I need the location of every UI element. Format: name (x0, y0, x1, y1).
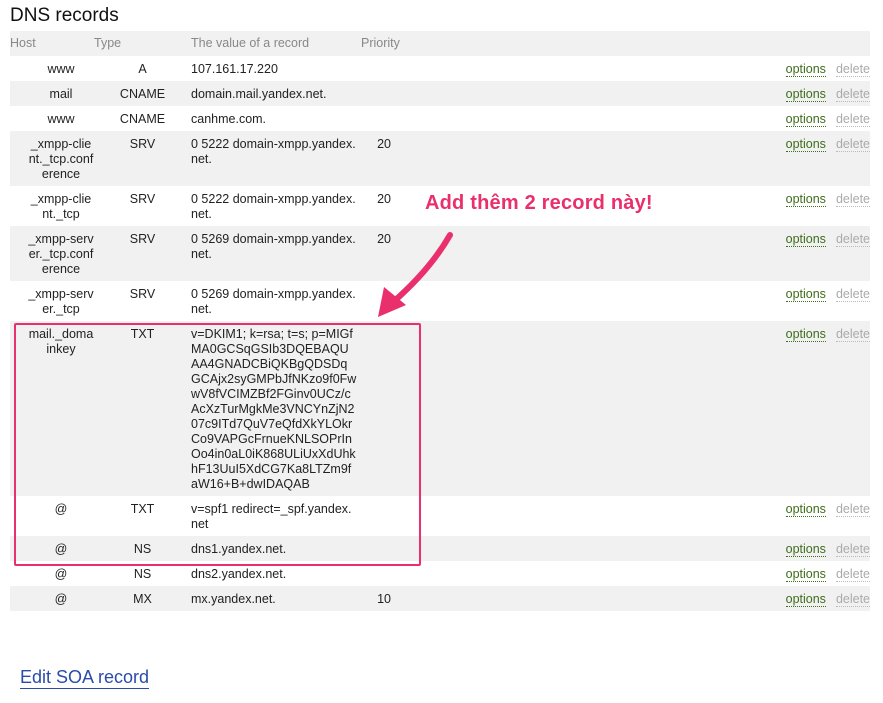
record-value: 0 5222 domain-xmpp.yandex.net. (191, 192, 356, 221)
table-row: @ MX mx.yandex.net. 10 options delete (10, 586, 870, 611)
table-header-row: Host Type The value of a record Priority (10, 31, 870, 56)
options-link[interactable]: options (785, 137, 826, 152)
record-priority: 20 (377, 192, 391, 206)
record-host: @ (54, 567, 68, 581)
record-value: dns2.yandex.net. (191, 567, 287, 581)
column-priority: Priority (361, 36, 400, 50)
record-value: domain.mail.yandex.net. (191, 87, 327, 101)
options-link[interactable]: options (785, 327, 826, 342)
delete-link[interactable]: delete (835, 137, 870, 152)
highlight-box (14, 323, 421, 566)
options-link[interactable]: options (785, 542, 826, 557)
annotation-arrow-icon (378, 232, 453, 317)
record-type: MX (133, 592, 152, 606)
annotation-text: Add thêm 2 record này! (425, 192, 653, 214)
delete-link[interactable]: delete (835, 192, 870, 207)
options-link[interactable]: options (785, 592, 826, 607)
delete-link[interactable]: delete (835, 567, 870, 582)
record-host: @ (54, 592, 68, 606)
delete-link[interactable]: delete (835, 502, 870, 517)
delete-link[interactable]: delete (835, 232, 870, 247)
column-host: Host (10, 36, 36, 50)
record-host: _xmpp-server._tcp (28, 287, 94, 316)
record-host: mail (49, 87, 73, 101)
edit-soa-link[interactable]: Edit SOA record (20, 666, 150, 689)
record-type: SRV (129, 287, 156, 301)
record-type: SRV (129, 192, 156, 206)
table-row: mail CNAME domain.mail.yandex.net. options d… (10, 81, 870, 106)
record-value: 0 5222 domain-xmpp.yandex.net. (191, 137, 356, 166)
record-type: SRV (129, 232, 156, 246)
options-link[interactable]: options (785, 112, 826, 127)
page-title: DNS records (10, 5, 119, 26)
record-type: A (138, 62, 147, 76)
options-link[interactable]: options (785, 62, 826, 77)
record-host: www (47, 112, 75, 126)
table-row: _xmpp-client._tcp.conference SRV 0 5222 do… (10, 131, 870, 186)
record-value: 0 5269 domain-xmpp.yandex.net. (191, 232, 356, 261)
record-value: 0 5269 domain-xmpp.yandex.net. (191, 287, 356, 316)
options-link[interactable]: options (785, 287, 826, 302)
options-link[interactable]: options (785, 232, 826, 247)
record-value: mx.yandex.net. (191, 592, 276, 606)
options-link[interactable]: options (785, 502, 826, 517)
record-type: CNAME (119, 112, 166, 126)
record-value: 107.161.17.220 (191, 62, 278, 76)
record-priority: 10 (377, 592, 391, 606)
record-host: _xmpp-client._tcp.conference (28, 137, 94, 181)
record-type: SRV (129, 137, 156, 151)
options-link[interactable]: options (785, 567, 826, 582)
record-priority: 20 (377, 137, 391, 151)
record-host: _xmpp-server._tcp.conference (28, 232, 94, 276)
table-row: www A 107.161.17.220 options delete (10, 56, 870, 81)
record-host: www (47, 62, 75, 76)
delete-link[interactable]: delete (835, 287, 870, 302)
delete-link[interactable]: delete (835, 87, 870, 102)
column-value: The value of a record (191, 36, 310, 50)
options-link[interactable]: options (785, 192, 826, 207)
delete-link[interactable]: delete (835, 112, 870, 127)
delete-link[interactable]: delete (835, 542, 870, 557)
delete-link[interactable]: delete (835, 592, 870, 607)
record-type: CNAME (119, 87, 166, 101)
record-host: _xmpp-client._tcp (30, 192, 92, 221)
options-link[interactable]: options (785, 87, 826, 102)
column-type: Type (94, 36, 122, 50)
delete-link[interactable]: delete (835, 62, 870, 77)
table-row: www CNAME canhme.com. options delete (10, 106, 870, 131)
delete-link[interactable]: delete (835, 327, 870, 342)
record-value: canhme.com. (191, 112, 267, 126)
